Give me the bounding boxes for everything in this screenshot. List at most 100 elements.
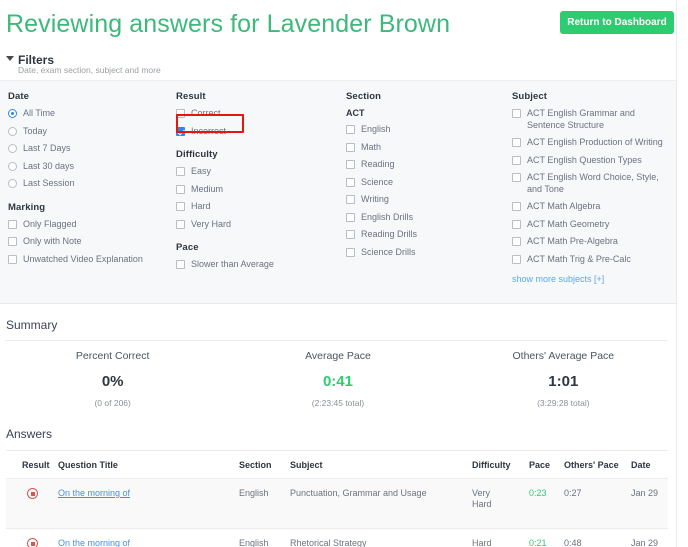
cell-others-pace: 0:48 (564, 538, 582, 547)
filter-option-subject-production-of-writing[interactable]: ACT English Production of Writing (512, 137, 674, 149)
table-row[interactable]: On the morning of English Rhetorical Str… (6, 528, 668, 547)
filter-option-section-reading[interactable]: Reading (346, 159, 506, 171)
filter-option-unwatched-video-explanation[interactable]: Unwatched Video Explanation (8, 254, 168, 266)
filter-option-section-science[interactable]: Science (346, 177, 506, 189)
stat-sub: (2:23:45 total) (225, 398, 450, 408)
filter-option-slower-than-average[interactable]: Slower than Average (176, 259, 342, 271)
stat-percent-correct: Percent Correct 0% (0 of 206) (0, 350, 225, 408)
checkbox-icon-slower-than-average[interactable] (176, 260, 185, 269)
filter-option-label: ACT Math Algebra (521, 201, 600, 213)
filter-option-easy[interactable]: Easy (176, 166, 342, 178)
filter-option-label: Very Hard (185, 219, 231, 231)
filter-option-subject-grammar-sentence-structure[interactable]: ACT English Grammar and Sentence Structu… (512, 108, 674, 131)
question-title-link[interactable]: On the morning of (58, 538, 130, 547)
checkbox-icon-section-math[interactable] (346, 143, 355, 152)
stat-average-pace: Average Pace 0:41 (2:23:45 total) (225, 350, 450, 408)
cell-subject: Punctuation, Grammar and Usage (290, 488, 427, 499)
stat-label: Percent Correct (0, 350, 225, 362)
checkbox-icon-section-reading[interactable] (346, 160, 355, 169)
checkbox-icon-subject-word-choice-style-tone[interactable] (512, 173, 521, 182)
checkbox-icon-only-flagged[interactable] (8, 220, 17, 229)
radio-icon-last-30-days[interactable] (8, 162, 17, 171)
radio-icon-last-session[interactable] (8, 179, 17, 188)
checkbox-icon-unwatched-video-explanation[interactable] (8, 255, 17, 264)
column-header-date[interactable]: Date (631, 460, 651, 470)
filter-option-all-time[interactable]: All Time (8, 108, 168, 120)
stat-value: 0:41 (225, 373, 450, 390)
cell-pace: 0:23 (529, 488, 547, 499)
checkbox-icon-subject-grammar-sentence-structure[interactable] (512, 109, 521, 118)
checkbox-icon-hard[interactable] (176, 202, 185, 211)
filter-option-section-math[interactable]: Math (346, 142, 506, 154)
filter-option-label: Only with Note (17, 236, 82, 248)
checkbox-icon-medium[interactable] (176, 185, 185, 194)
filter-option-last-7-days[interactable]: Last 7 Days (8, 143, 168, 155)
incorrect-icon (27, 488, 38, 499)
filter-option-section-science-drills[interactable]: Science Drills (346, 247, 506, 259)
checkbox-icon-incorrect[interactable] (176, 127, 185, 136)
filter-column-subject: Subject ACT English Grammar and Sentence… (512, 91, 674, 284)
column-header-question-title[interactable]: Question Title (58, 460, 118, 470)
filter-option-label: All Time (17, 108, 55, 120)
filter-option-label: Medium (185, 184, 223, 196)
filter-option-hard[interactable]: Hard (176, 201, 342, 213)
radio-icon-today[interactable] (8, 127, 17, 136)
checkbox-icon-section-science[interactable] (346, 178, 355, 187)
filter-option-today[interactable]: Today (8, 126, 168, 138)
filter-option-subject-word-choice-style-tone[interactable]: ACT English Word Choice, Style, and Tone (512, 172, 674, 195)
column-header-others-pace[interactable]: Others' Pace (564, 460, 619, 470)
checkbox-icon-section-writing[interactable] (346, 195, 355, 204)
checkbox-icon-section-reading-drills[interactable] (346, 230, 355, 239)
column-header-section[interactable]: Section (239, 460, 272, 470)
filter-option-section-reading-drills[interactable]: Reading Drills (346, 229, 506, 241)
filter-option-last-30-days[interactable]: Last 30 days (8, 161, 168, 173)
show-more-subjects-link[interactable]: show more subjects [+] (512, 274, 674, 284)
radio-icon-last-7-days[interactable] (8, 144, 17, 153)
checkbox-icon-subject-math-geometry[interactable] (512, 220, 521, 229)
filter-option-subject-question-types[interactable]: ACT English Question Types (512, 155, 674, 167)
checkbox-icon-very-hard[interactable] (176, 220, 185, 229)
filter-option-subject-math-trig-precalc[interactable]: ACT Math Trig & Pre-Calc (512, 254, 674, 266)
checkbox-icon-subject-math-algebra[interactable] (512, 202, 521, 211)
summary-heading: Summary (6, 318, 57, 332)
checkbox-icon-subject-math-trig-precalc[interactable] (512, 255, 521, 264)
stat-label: Average Pace (225, 350, 450, 362)
table-row[interactable]: On the morning of English Punctuation, G… (6, 478, 668, 528)
filter-option-very-hard[interactable]: Very Hard (176, 219, 342, 231)
filter-option-section-writing[interactable]: Writing (346, 194, 506, 206)
checkbox-icon-subject-production-of-writing[interactable] (512, 138, 521, 147)
filter-option-subject-math-geometry[interactable]: ACT Math Geometry (512, 219, 674, 231)
stat-value: 1:01 (451, 373, 676, 390)
filter-option-only-with-note[interactable]: Only with Note (8, 236, 168, 248)
page-title: Reviewing answers for Lavender Brown (6, 10, 450, 39)
column-header-result[interactable]: Result (22, 460, 50, 470)
filter-option-only-flagged[interactable]: Only Flagged (8, 219, 168, 231)
filter-group-title-result: Result (176, 91, 342, 102)
filter-option-incorrect[interactable]: Incorrect (176, 126, 342, 138)
checkbox-icon-section-science-drills[interactable] (346, 248, 355, 257)
column-header-pace[interactable]: Pace (529, 460, 550, 470)
filter-option-correct[interactable]: Correct (176, 108, 342, 120)
checkbox-icon-section-english-drills[interactable] (346, 213, 355, 222)
return-to-dashboard-button[interactable]: Return to Dashboard (560, 11, 674, 34)
filter-panel: Date All Time Today Last 7 Days Last 30 … (0, 80, 676, 304)
checkbox-icon-easy[interactable] (176, 167, 185, 176)
filter-option-label: English (355, 124, 391, 136)
checkbox-icon-only-with-note[interactable] (8, 237, 17, 246)
filter-option-section-english[interactable]: English (346, 124, 506, 136)
radio-icon-all-time[interactable] (8, 109, 17, 118)
filter-option-last-session[interactable]: Last Session (8, 178, 168, 190)
checkbox-icon-subject-math-pre-algebra[interactable] (512, 237, 521, 246)
checkbox-icon-section-english[interactable] (346, 125, 355, 134)
filter-option-subject-math-pre-algebra[interactable]: ACT Math Pre-Algebra (512, 236, 674, 248)
filter-column-date: Date All Time Today Last 7 Days Last 30 … (8, 91, 168, 271)
cell-pace: 0:21 (529, 538, 547, 547)
filter-option-subject-math-algebra[interactable]: ACT Math Algebra (512, 201, 674, 213)
column-header-difficulty[interactable]: Difficulty (472, 460, 511, 470)
filter-option-section-english-drills[interactable]: English Drills (346, 212, 506, 224)
checkbox-icon-correct[interactable] (176, 109, 185, 118)
column-header-subject[interactable]: Subject (290, 460, 323, 470)
filter-option-medium[interactable]: Medium (176, 184, 342, 196)
question-title-link[interactable]: On the morning of (58, 488, 130, 498)
checkbox-icon-subject-question-types[interactable] (512, 156, 521, 165)
